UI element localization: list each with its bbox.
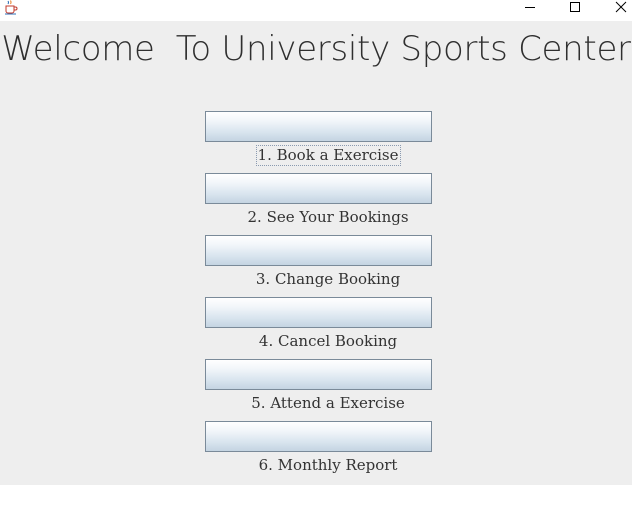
change-booking-button[interactable]: 3. Change Booking: [205, 235, 432, 288]
main-panel: Welcome To University Sports Center 1. B…: [0, 21, 632, 485]
maximize-icon[interactable]: [552, 0, 598, 14]
cancel-booking-label: 4. Cancel Booking: [258, 332, 398, 350]
attend-exercise-button[interactable]: 5. Attend a Exercise: [205, 359, 432, 412]
see-bookings-button[interactable]: 2. See Your Bookings: [205, 173, 432, 226]
window-titlebar: [0, 0, 632, 21]
see-bookings-label: 2. See Your Bookings: [247, 208, 409, 226]
cancel-booking-button[interactable]: 4. Cancel Booking: [205, 297, 432, 350]
change-booking-label: 3. Change Booking: [255, 270, 401, 288]
minimize-icon[interactable]: [507, 0, 553, 14]
attend-exercise-label: 5. Attend a Exercise: [251, 394, 405, 412]
java-coffee-cup-icon[interactable]: [3, 0, 18, 15]
close-icon[interactable]: [598, 0, 632, 14]
monthly-report-button[interactable]: 6. Monthly Report: [205, 421, 432, 474]
book-exercise-button[interactable]: 1. Book a Exercise: [205, 111, 432, 166]
book-exercise-label: 1. Book a Exercise: [255, 145, 401, 166]
monthly-report-label: 6. Monthly Report: [258, 456, 398, 474]
page-title: Welcome To University Sports Center: [1, 29, 631, 69]
